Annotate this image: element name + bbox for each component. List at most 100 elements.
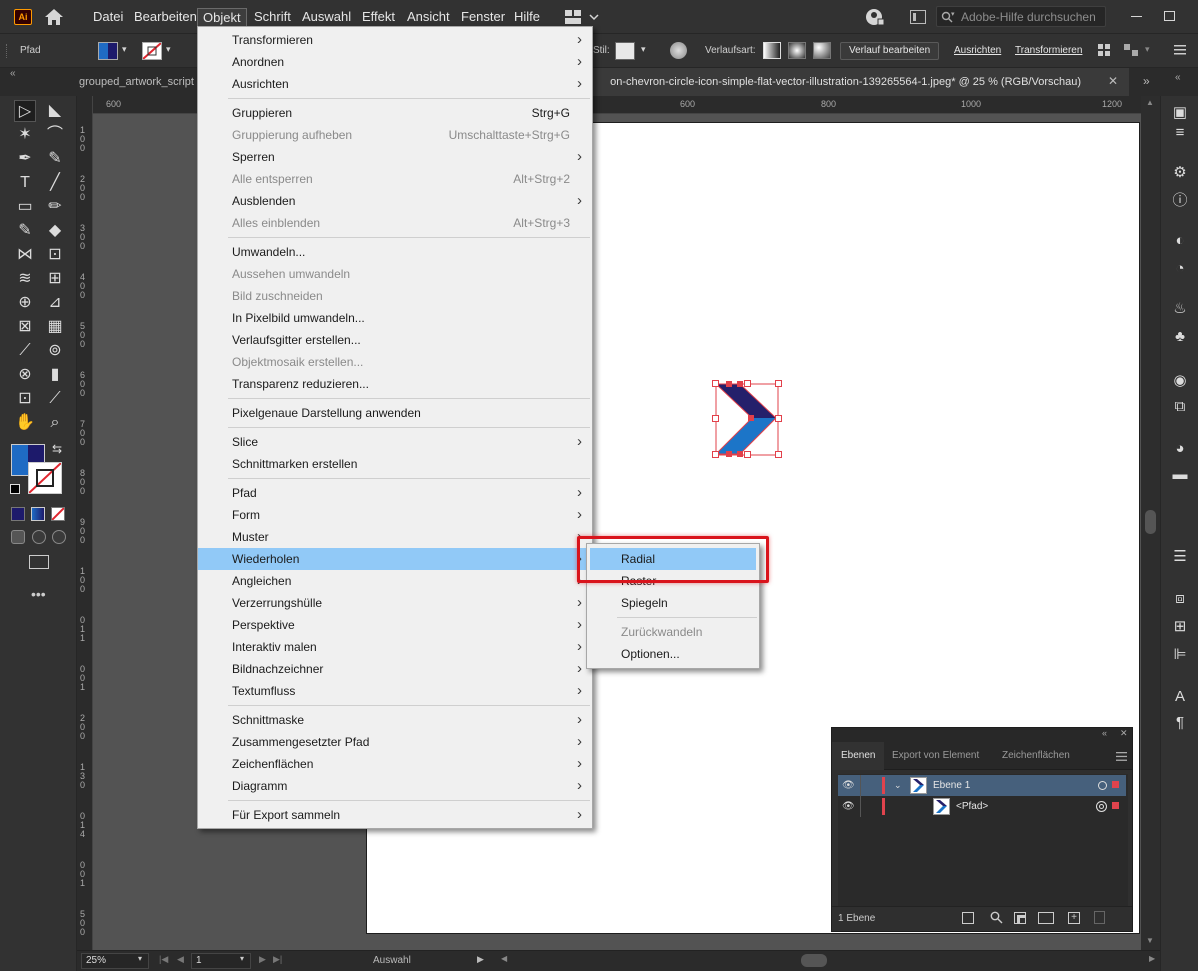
color-mode-button[interactable] [11,507,25,521]
pen-tool-icon[interactable]: ✒ [14,148,36,170]
align-panel-icon[interactable]: ⊫ [1171,646,1189,664]
new-sublayer-icon[interactable] [1038,912,1054,924]
paragraph-panel-icon[interactable]: ¶ [1171,714,1189,732]
vertical-scrollbar[interactable]: ▲ ▼ [1141,96,1160,950]
menu-bearbeiten[interactable]: Bearbeiten [129,0,202,34]
menu-item-diagramm[interactable]: Diagramm › [198,775,592,797]
recolor-icon[interactable] [670,42,687,59]
lasso-tool-icon[interactable]: ⌒ [44,124,66,146]
prev-artboard-icon[interactable]: ◀ [177,954,184,965]
target-circle-icon[interactable] [1096,801,1107,812]
last-artboard-icon[interactable]: ▶| [273,954,282,965]
symbol-sprayer-tool-icon[interactable]: ⊗ [14,364,36,386]
selection-handle[interactable] [712,451,719,458]
chevron-down-icon[interactable]: ▾ [240,954,244,963]
shape-builder-tool-icon[interactable]: ⊕ [14,292,36,314]
visibility-eye-icon[interactable]: 👁 [842,775,855,796]
menu-item-bildnachzeichner[interactable]: Bildnachzeichner › [198,658,592,680]
menu-item-pfad[interactable]: Pfad › [198,482,592,504]
edit-gradient-button[interactable]: Verlauf bearbeiten [840,42,940,60]
stroke-swatch[interactable] [142,42,162,60]
width-tool-icon[interactable]: ≋ [14,268,36,290]
zoom-select[interactable]: 25% ▾ [81,953,149,969]
layer-name[interactable]: <Pfad> [956,796,988,817]
perspective-grid-tool-icon[interactable]: ⊿ [44,292,66,314]
chevron-down-icon[interactable]: ▾ [122,44,127,55]
expand-dock-icon[interactable]: « [1175,72,1181,83]
freeform-gradient-button[interactable] [813,42,831,59]
menu-item-transformieren[interactable]: Transformieren › [198,29,592,51]
slice-tool-icon[interactable]: ⟋ [44,388,66,410]
blend-tool-icon[interactable]: ⊚ [44,340,66,362]
mesh-tool-icon[interactable]: ⊠ [14,316,36,338]
linear-gradient-button[interactable] [763,42,781,59]
new-layer-icon[interactable]: + [1068,912,1080,924]
discover-icon[interactable] [865,8,885,26]
menu-item-ausblenden[interactable]: Ausblenden › [198,190,592,212]
magic-wand-tool-icon[interactable]: ✶ [14,124,36,146]
panel-menu-icon[interactable] [1174,45,1186,55]
chevron-down-icon[interactable]: ⌄ [894,775,902,796]
tab-layers[interactable]: Ebenen [832,742,885,770]
menu-item-textumfluss[interactable]: Textumfluss › [198,680,592,702]
menu-item-in-pixelbild-umwandeln[interactable]: In Pixelbild umwandeln... [198,307,592,329]
swap-colors-icon[interactable]: ⇆ [52,442,62,456]
rectangle-tool-icon[interactable]: ▭ [14,196,36,218]
stroke-panel-icon[interactable]: ☰ [1171,548,1189,566]
hand-tool-icon[interactable]: ✋ [14,412,36,434]
panel-menu-icon[interactable] [1116,752,1127,761]
chevron-artwork[interactable] [710,380,784,460]
chevron-down-icon[interactable]: ▾ [138,954,142,963]
menu-item-verzerrungshülle[interactable]: Verzerrungshülle › [198,592,592,614]
info-panel-icon[interactable]: ⓘ [1171,192,1189,210]
gradient-tool-icon[interactable]: ▦ [44,316,66,338]
anchor-point[interactable] [748,415,754,421]
menu-objekt[interactable]: Objekt [197,8,247,27]
help-search-input[interactable]: ▾ Adobe-Hilfe durchsuchen [936,6,1106,27]
menu-item-zeichenflächen[interactable]: Zeichenflächen › [198,753,592,775]
more-tabs-icon[interactable]: » [1143,74,1150,88]
scroll-right-icon[interactable]: ▶ [1149,954,1155,963]
isolate-icon[interactable] [1124,44,1138,56]
layer-row-ebene-1[interactable]: 👁 ⌄ Ebene 1 [838,775,1126,796]
align-link[interactable]: Ausrichten [954,45,1001,56]
next-artboard-icon[interactable]: ▶ [259,954,266,965]
paintbrush-tool-icon[interactable]: ✏ [44,196,66,218]
selection-indicator[interactable] [1112,802,1119,809]
graph-tool-icon[interactable]: ▮ [44,364,66,386]
menu-item-ausrichten[interactable]: Ausrichten › [198,73,592,95]
eyedropper-tool-icon[interactable]: ⟋ [14,340,36,362]
home-icon[interactable] [44,8,64,26]
selection-tool-icon[interactable]: ▷ [14,100,36,122]
submenu-item-optionen[interactable]: Optionen... [587,643,759,665]
anchor-point[interactable] [726,381,732,387]
scale-tool-icon[interactable]: ⊡ [44,244,66,266]
menu-item-slice[interactable]: Slice › [198,431,592,453]
collapse-left-icon[interactable]: « [10,68,16,79]
line-tool-icon[interactable]: ╱ [44,172,66,194]
maximize-button[interactable] [1164,11,1175,21]
club-symbol-icon[interactable]: ♣ [1171,328,1189,346]
none-mode-button[interactable] [51,507,65,521]
submenu-item-spiegeln[interactable]: Spiegeln [587,592,759,614]
menu-item-verlaufsgitter-erstellen[interactable]: Verlaufsgitter erstellen... [198,329,592,351]
layer-name[interactable]: Ebene 1 [933,775,970,796]
default-colors-icon[interactable] [10,484,20,494]
radial-gradient-button[interactable] [788,42,806,59]
horizontal-scroll-thumb[interactable] [801,954,827,967]
gradient-mode-button[interactable] [31,507,45,521]
selection-handle[interactable] [775,380,782,387]
character-panel-icon[interactable]: A [1171,688,1189,706]
symbols-panel-icon[interactable]: ♨ [1171,300,1189,318]
curvature-tool-icon[interactable]: ✎ [44,148,66,170]
fill-swatch[interactable] [98,42,118,60]
chevron-down-icon[interactable]: ▾ [1145,44,1150,55]
collapse-panel-icon[interactable]: « [1102,728,1107,738]
free-transform-tool-icon[interactable]: ⊞ [44,268,66,290]
transform-panel-icon[interactable]: ⊞ [1171,618,1189,636]
grip-handle[interactable] [6,44,8,58]
artboard-tool-icon[interactable]: ⊡ [14,388,36,410]
anchor-point[interactable] [726,451,732,457]
chevron-down-icon[interactable]: ▾ [641,44,646,55]
search-icon[interactable] [990,911,1003,924]
